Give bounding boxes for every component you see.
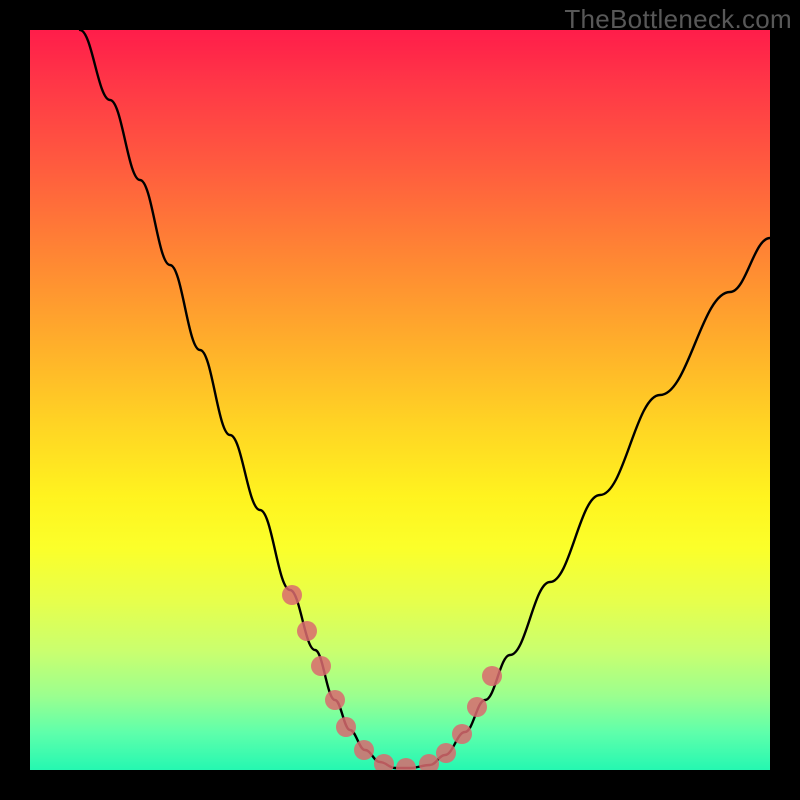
highlight-point [467, 697, 487, 717]
plot-area [30, 30, 770, 770]
highlight-point [436, 743, 456, 763]
highlight-point [452, 724, 472, 744]
highlight-point [297, 621, 317, 641]
highlight-point [374, 754, 394, 770]
highlight-point [354, 740, 374, 760]
highlight-point [311, 656, 331, 676]
highlight-point [482, 666, 502, 686]
highlight-point [419, 754, 439, 770]
curve-svg [30, 30, 770, 770]
chart-frame: TheBottleneck.com [0, 0, 800, 800]
highlight-point [396, 758, 416, 770]
bottleneck-curve [80, 30, 770, 768]
highlight-point [325, 690, 345, 710]
watermark-text: TheBottleneck.com [564, 4, 792, 35]
highlight-markers [282, 585, 502, 770]
highlight-point [282, 585, 302, 605]
highlight-point [336, 717, 356, 737]
